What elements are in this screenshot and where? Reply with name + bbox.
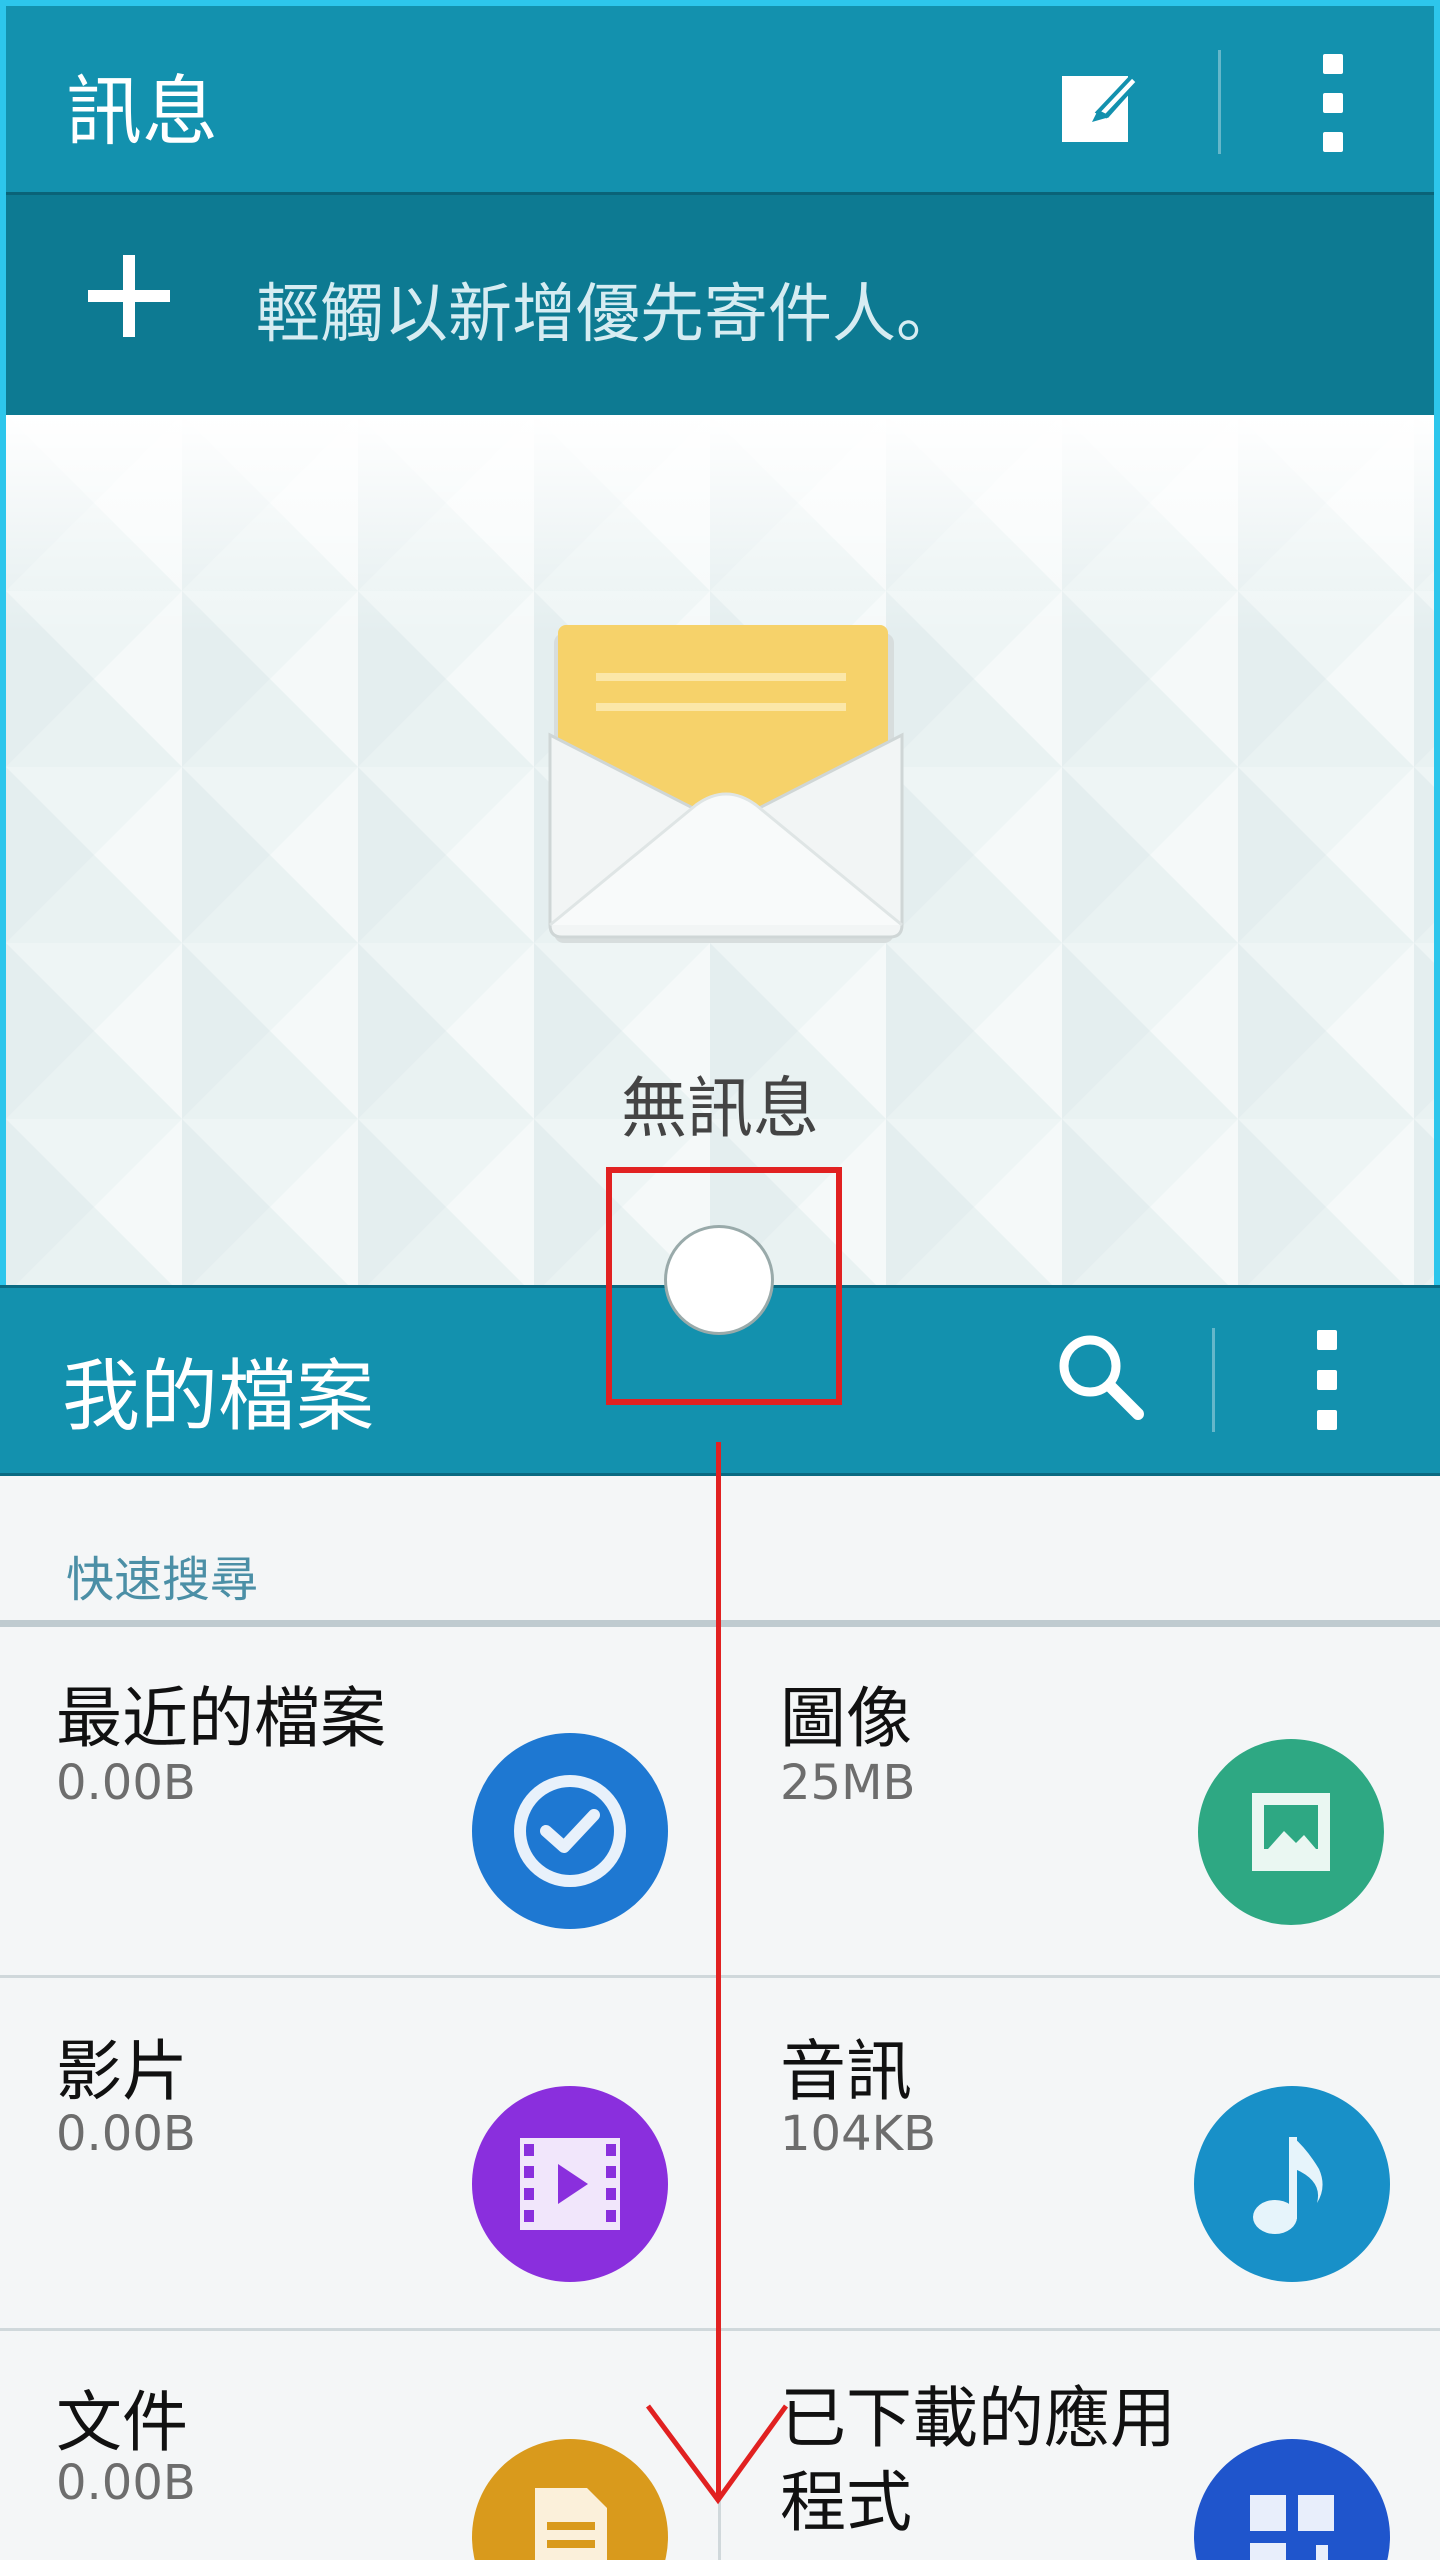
category-name: 最近的檔案 [56,1680,386,1757]
category-video[interactable]: 影片 0.00B [0,1978,720,2328]
download-apps-icon [1194,2439,1390,2560]
document-icon [472,2439,668,2560]
no-messages-label: 無訊息 [621,1070,819,1147]
annotation-arrowhead [645,2404,789,2505]
annotation-drag-line [716,1442,721,2497]
messages-title: 訊息 [66,67,218,156]
messages-more-vert-icon[interactable] [1318,54,1348,152]
search-icon[interactable] [1052,1328,1148,1424]
recent-files-icon [472,1733,668,1929]
compose-icon[interactable] [1056,62,1148,150]
video-icon [472,2086,668,2282]
my-files-title: 我的檔案 [62,1352,375,1442]
category-size: 0.00B [56,2106,196,2162]
messages-empty-area: 無訊息 [6,415,1434,1285]
toolbar-divider [1212,1328,1215,1432]
category-size: 104KB [780,2106,937,2162]
annotation-highlight-box [606,1167,842,1405]
category-name: 音訊 [780,2033,912,2110]
toolbar-divider [1218,50,1221,154]
add-icon [84,251,174,345]
category-images[interactable]: 圖像 25MB [720,1627,1440,1977]
messages-pane: 訊息 輕觸以新增優先寄件人。 無訊息 [0,0,1440,1285]
empty-envelope-icon [546,625,906,965]
quick-search-label: 快速搜尋 [66,1552,259,1608]
priority-sender-bar[interactable]: 輕觸以新增優先寄件人。 [6,192,1434,415]
my-files-more-vert-icon[interactable] [1312,1330,1342,1430]
category-size: 0.00B [56,2455,196,2511]
priority-sender-hint: 輕觸以新增優先寄件人。 [256,278,960,352]
category-size: 25MB [780,1755,916,1811]
category-name: 圖像 [780,1680,912,1757]
music-note-icon [1194,2086,1390,2282]
messages-app-bar: 訊息 [6,6,1434,192]
category-recent-files[interactable]: 最近的檔案 0.00B [0,1627,720,1977]
category-name: 文件 [56,2384,188,2461]
category-documents[interactable]: 文件 0.00B [0,2331,720,2560]
image-icon [1198,1739,1384,1925]
category-size: 0.00B [56,1755,196,1811]
category-downloaded-apps[interactable]: 已下載的應用 程式 [720,2331,1440,2560]
category-name: 影片 [56,2033,188,2110]
category-name: 已下載的應用 程式 [780,2380,1176,2541]
category-audio[interactable]: 音訊 104KB [720,1978,1440,2328]
